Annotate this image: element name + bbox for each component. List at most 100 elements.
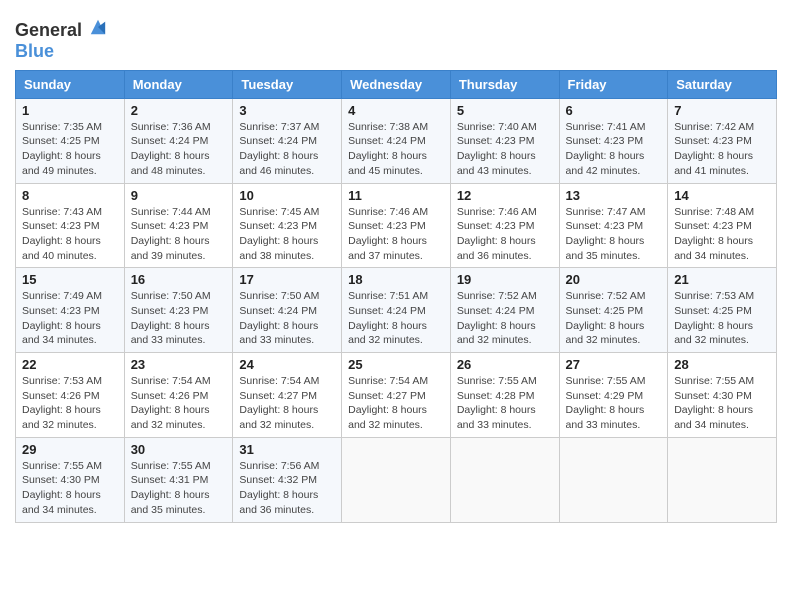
calendar-week-3: 15 Sunrise: 7:49 AMSunset: 4:23 PMDayligh…: [16, 268, 777, 353]
day-info: Sunrise: 7:44 AMSunset: 4:23 PMDaylight:…: [131, 205, 227, 264]
calendar-day-15: 15 Sunrise: 7:49 AMSunset: 4:23 PMDayligh…: [16, 268, 125, 353]
day-info: Sunrise: 7:41 AMSunset: 4:23 PMDaylight:…: [566, 120, 662, 179]
header-saturday: Saturday: [668, 70, 777, 98]
calendar-day-6: 6 Sunrise: 7:41 AMSunset: 4:23 PMDaylight…: [559, 98, 668, 183]
calendar-day-10: 10Sunrise: 7:45 AMSunset: 4:23 PMDayligh…: [233, 183, 342, 268]
calendar-day-25: 25 Sunrise: 7:54 AMSunset: 4:27 PMDayligh…: [342, 353, 451, 438]
calendar-day-9: 9Sunrise: 7:44 AMSunset: 4:23 PMDaylight…: [124, 183, 233, 268]
calendar-day-21: 21 Sunrise: 7:53 AMSunset: 4:25 PMDayligh…: [668, 268, 777, 353]
day-number: 15: [22, 272, 118, 287]
calendar-day-16: 16 Sunrise: 7:50 AMSunset: 4:23 PMDayligh…: [124, 268, 233, 353]
day-info: Sunrise: 7:54 AMSunset: 4:27 PMDaylight:…: [239, 374, 335, 433]
calendar-day-23: 23Sunrise: 7:54 AMSunset: 4:26 PMDayligh…: [124, 353, 233, 438]
day-number: 16: [131, 272, 227, 287]
empty-cell: [342, 437, 451, 522]
logo-blue: Blue: [15, 41, 107, 62]
calendar-day-22: 22 Sunrise: 7:53 AMSunset: 4:26 PMDayligh…: [16, 353, 125, 438]
calendar-day-5: 5 Sunrise: 7:40 AMSunset: 4:23 PMDaylight…: [450, 98, 559, 183]
day-info: Sunrise: 7:40 AMSunset: 4:23 PMDaylight:…: [457, 120, 553, 179]
day-number: 4: [348, 103, 444, 118]
calendar-day-27: 27 Sunrise: 7:55 AMSunset: 4:29 PMDayligh…: [559, 353, 668, 438]
calendar-day-29: 29 Sunrise: 7:55 AMSunset: 4:30 PMDayligh…: [16, 437, 125, 522]
empty-cell: [668, 437, 777, 522]
day-info: Sunrise: 7:54 AMSunset: 4:27 PMDaylight:…: [348, 374, 444, 433]
day-number: 23: [131, 357, 227, 372]
day-number: 12: [457, 188, 553, 203]
header-monday: Monday: [124, 70, 233, 98]
header-thursday: Thursday: [450, 70, 559, 98]
day-info: Sunrise: 7:45 AMSunset: 4:23 PMDaylight:…: [239, 205, 335, 264]
day-info: Sunrise: 7:47 AMSunset: 4:23 PMDaylight:…: [566, 205, 662, 264]
logo-icon: [89, 18, 107, 36]
header-sunday: Sunday: [16, 70, 125, 98]
day-info: Sunrise: 7:38 AMSunset: 4:24 PMDaylight:…: [348, 120, 444, 179]
calendar-week-1: 1 Sunrise: 7:35 AMSunset: 4:25 PMDaylight…: [16, 98, 777, 183]
day-info: Sunrise: 7:55 AMSunset: 4:30 PMDaylight:…: [22, 459, 118, 518]
calendar-week-5: 29 Sunrise: 7:55 AMSunset: 4:30 PMDayligh…: [16, 437, 777, 522]
day-info: Sunrise: 7:55 AMSunset: 4:31 PMDaylight:…: [131, 459, 227, 518]
day-info: Sunrise: 7:53 AMSunset: 4:25 PMDaylight:…: [674, 289, 770, 348]
day-number: 30: [131, 442, 227, 457]
calendar-day-26: 26 Sunrise: 7:55 AMSunset: 4:28 PMDayligh…: [450, 353, 559, 438]
day-number: 7: [674, 103, 770, 118]
logo: General Blue: [15, 18, 107, 62]
day-number: 17: [239, 272, 335, 287]
calendar-week-4: 22 Sunrise: 7:53 AMSunset: 4:26 PMDayligh…: [16, 353, 777, 438]
day-info: Sunrise: 7:35 AMSunset: 4:25 PMDaylight:…: [22, 120, 118, 179]
calendar-day-31: 31Sunrise: 7:56 AMSunset: 4:32 PMDayligh…: [233, 437, 342, 522]
day-info: Sunrise: 7:53 AMSunset: 4:26 PMDaylight:…: [22, 374, 118, 433]
calendar-day-20: 20Sunrise: 7:52 AMSunset: 4:25 PMDayligh…: [559, 268, 668, 353]
calendar-day-11: 11 Sunrise: 7:46 AMSunset: 4:23 PMDayligh…: [342, 183, 451, 268]
day-number: 24: [239, 357, 335, 372]
day-info: Sunrise: 7:55 AMSunset: 4:28 PMDaylight:…: [457, 374, 553, 433]
day-info: Sunrise: 7:46 AMSunset: 4:23 PMDaylight:…: [348, 205, 444, 264]
day-number: 5: [457, 103, 553, 118]
calendar-day-12: 12 Sunrise: 7:46 AMSunset: 4:23 PMDayligh…: [450, 183, 559, 268]
calendar-day-24: 24 Sunrise: 7:54 AMSunset: 4:27 PMDayligh…: [233, 353, 342, 438]
day-info: Sunrise: 7:51 AMSunset: 4:24 PMDaylight:…: [348, 289, 444, 348]
header-friday: Friday: [559, 70, 668, 98]
empty-cell: [450, 437, 559, 522]
day-number: 26: [457, 357, 553, 372]
calendar-day-2: 2Sunrise: 7:36 AMSunset: 4:24 PMDaylight…: [124, 98, 233, 183]
day-info: Sunrise: 7:43 AMSunset: 4:23 PMDaylight:…: [22, 205, 118, 264]
day-number: 20: [566, 272, 662, 287]
day-number: 8: [22, 188, 118, 203]
calendar-day-1: 1 Sunrise: 7:35 AMSunset: 4:25 PMDaylight…: [16, 98, 125, 183]
day-info: Sunrise: 7:50 AMSunset: 4:23 PMDaylight:…: [131, 289, 227, 348]
day-number: 1: [22, 103, 118, 118]
day-number: 28: [674, 357, 770, 372]
calendar-day-28: 28 Sunrise: 7:55 AMSunset: 4:30 PMDayligh…: [668, 353, 777, 438]
day-number: 6: [566, 103, 662, 118]
calendar-week-2: 8 Sunrise: 7:43 AMSunset: 4:23 PMDaylight…: [16, 183, 777, 268]
day-info: Sunrise: 7:55 AMSunset: 4:29 PMDaylight:…: [566, 374, 662, 433]
day-info: Sunrise: 7:37 AMSunset: 4:24 PMDaylight:…: [239, 120, 335, 179]
calendar-day-8: 8 Sunrise: 7:43 AMSunset: 4:23 PMDaylight…: [16, 183, 125, 268]
day-number: 3: [239, 103, 335, 118]
calendar-day-4: 4 Sunrise: 7:38 AMSunset: 4:24 PMDaylight…: [342, 98, 451, 183]
day-number: 31: [239, 442, 335, 457]
calendar-day-18: 18 Sunrise: 7:51 AMSunset: 4:24 PMDayligh…: [342, 268, 451, 353]
day-number: 27: [566, 357, 662, 372]
calendar-day-3: 3 Sunrise: 7:37 AMSunset: 4:24 PMDaylight…: [233, 98, 342, 183]
day-number: 11: [348, 188, 444, 203]
day-number: 22: [22, 357, 118, 372]
empty-cell: [559, 437, 668, 522]
calendar-day-7: 7 Sunrise: 7:42 AMSunset: 4:23 PMDaylight…: [668, 98, 777, 183]
day-info: Sunrise: 7:36 AMSunset: 4:24 PMDaylight:…: [131, 120, 227, 179]
calendar-day-30: 30 Sunrise: 7:55 AMSunset: 4:31 PMDayligh…: [124, 437, 233, 522]
day-info: Sunrise: 7:48 AMSunset: 4:23 PMDaylight:…: [674, 205, 770, 264]
day-number: 18: [348, 272, 444, 287]
page-header: General Blue: [15, 10, 777, 62]
day-number: 21: [674, 272, 770, 287]
day-info: Sunrise: 7:49 AMSunset: 4:23 PMDaylight:…: [22, 289, 118, 348]
day-number: 29: [22, 442, 118, 457]
calendar-table: SundayMondayTuesdayWednesdayThursdayFrid…: [15, 70, 777, 523]
day-number: 25: [348, 357, 444, 372]
day-info: Sunrise: 7:55 AMSunset: 4:30 PMDaylight:…: [674, 374, 770, 433]
day-info: Sunrise: 7:46 AMSunset: 4:23 PMDaylight:…: [457, 205, 553, 264]
day-number: 13: [566, 188, 662, 203]
calendar-header-row: SundayMondayTuesdayWednesdayThursdayFrid…: [16, 70, 777, 98]
day-info: Sunrise: 7:42 AMSunset: 4:23 PMDaylight:…: [674, 120, 770, 179]
calendar-day-14: 14Sunrise: 7:48 AMSunset: 4:23 PMDayligh…: [668, 183, 777, 268]
